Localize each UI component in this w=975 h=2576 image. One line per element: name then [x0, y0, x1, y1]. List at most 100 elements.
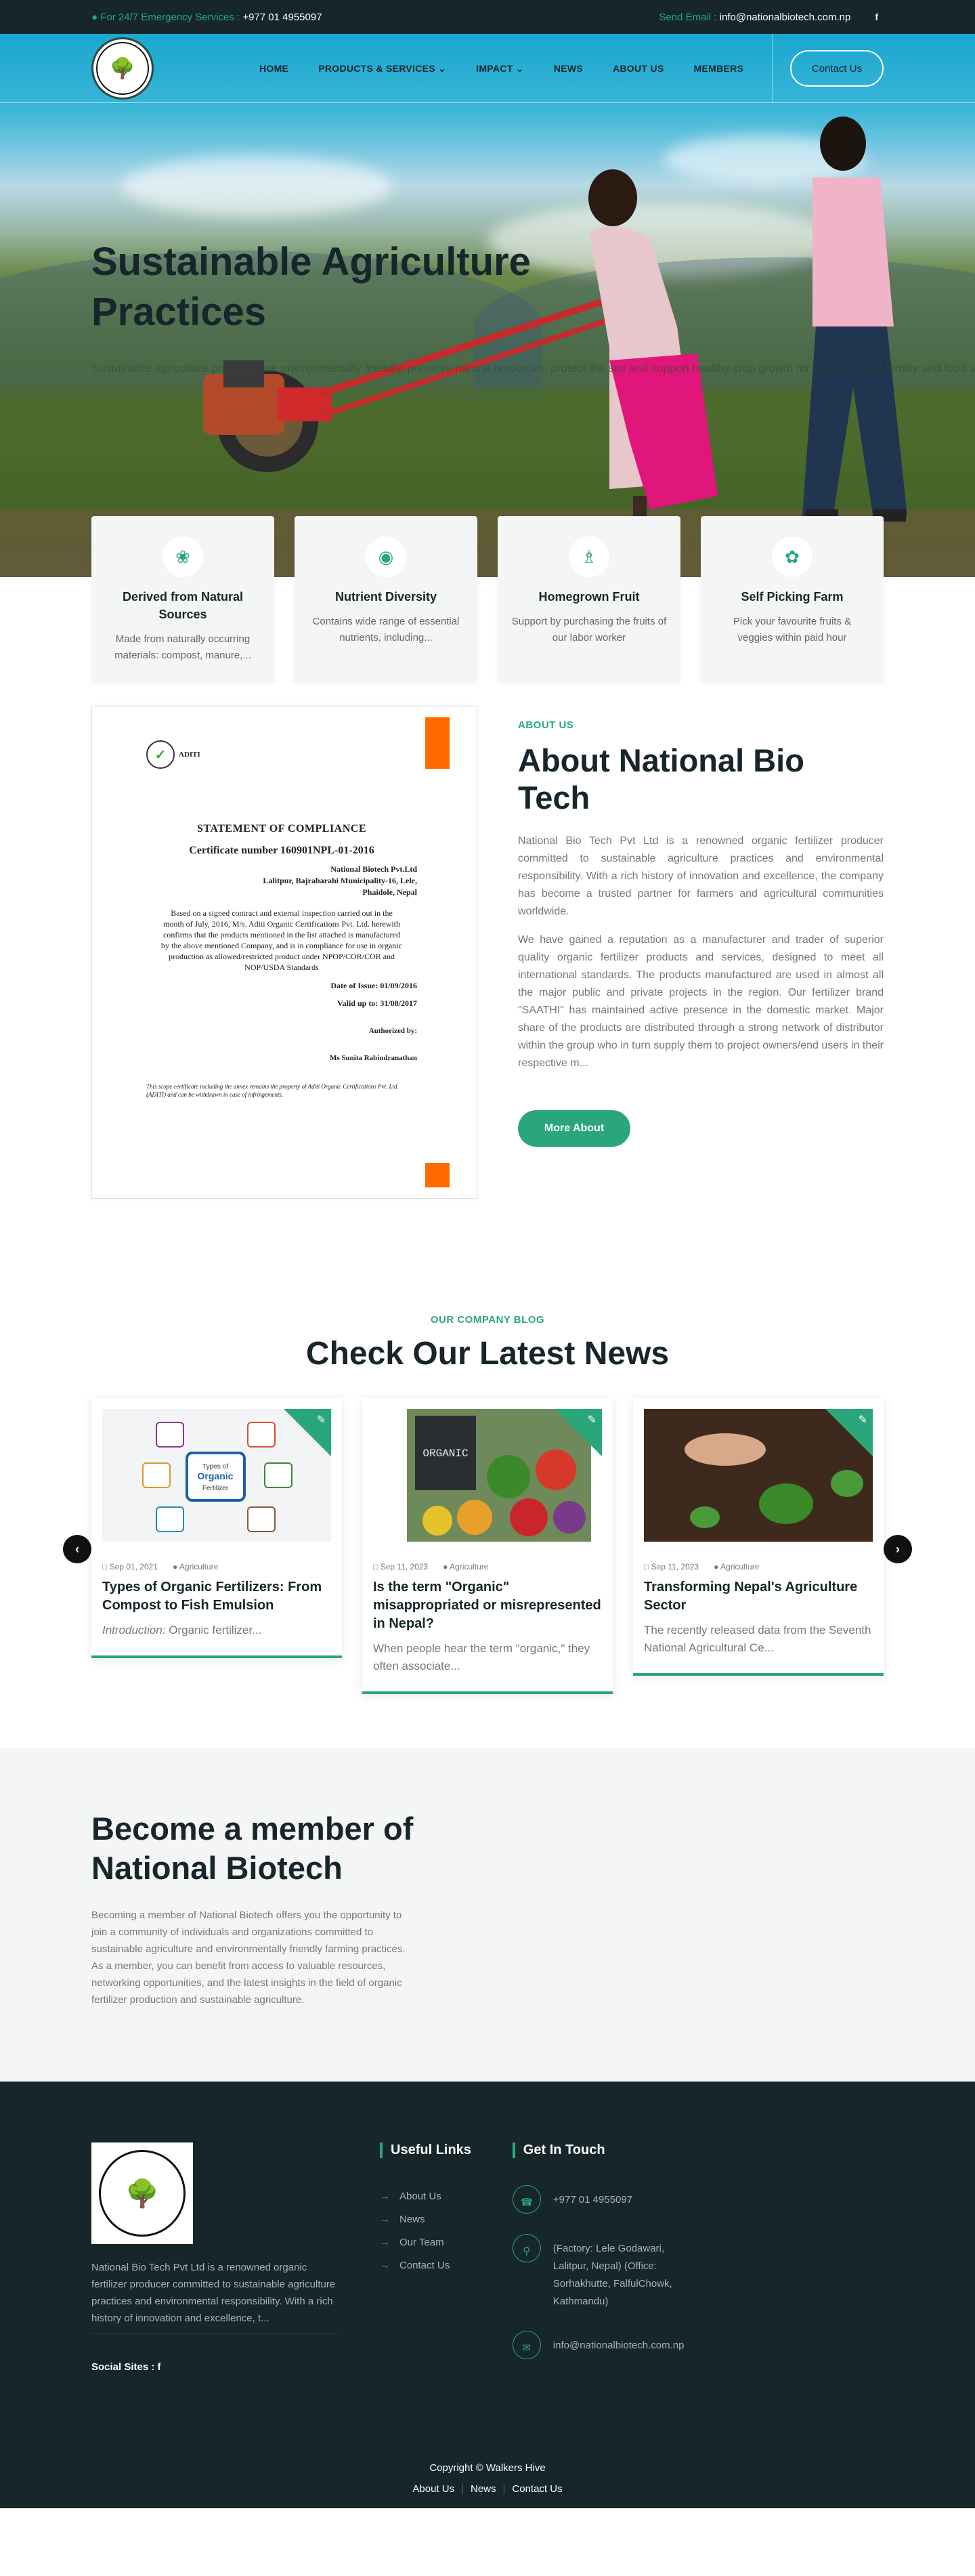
- footer-email-text: info@nationalbiotech.com.np: [552, 2340, 685, 2351]
- certificate-address-line: Phaidole, Nepal: [362, 887, 417, 897]
- user-icon: ●: [91, 11, 98, 23]
- nav-menu: HOME PRODUCTS & SERVICES ⌄ IMPACT ⌄ NEWS…: [259, 63, 758, 75]
- feature-card: ♗ Homegrown Fruit Support by purchasing …: [498, 516, 680, 683]
- blog-post-category-text: Agriculture: [720, 1562, 760, 1571]
- blog-post-thumbnail: ORGANIC ✎: [373, 1409, 602, 1542]
- hero-farmers-image: [0, 117, 975, 577]
- blog-post-excerpt: Introduction: Organic fertilizer...: [102, 1622, 331, 1639]
- emergency-label: For 24/7 Emergency Services :: [100, 11, 240, 23]
- hero-section: 🌳 HOME PRODUCTS & SERVICES ⌄ IMPACT ⌄ NE…: [0, 34, 975, 577]
- about-paragraph: National Bio Tech Pvt Ltd is a renowned …: [518, 835, 884, 917]
- bottom-link-news[interactable]: News: [471, 2483, 496, 2495]
- certificate-signer: Ms Sunita Rabindranathan: [330, 1054, 417, 1062]
- nav-item-home[interactable]: HOME: [259, 63, 303, 75]
- infographic-label: Organic: [198, 1471, 234, 1481]
- link-separator: |: [461, 2483, 464, 2495]
- carousel-prev-button[interactable]: ‹: [63, 1535, 91, 1563]
- arrow-right-icon: →: [380, 2214, 390, 2225]
- blog-post-category: ● Agriculture: [443, 1562, 488, 1571]
- hero-subtitle: Sustainable agriculture practices are en…: [91, 362, 975, 375]
- certificate-body: Based on a signed contract and external …: [161, 908, 402, 972]
- blog-post-excerpt-text: Organic fertilizer...: [165, 1624, 262, 1637]
- blog-post-date-text: Sep 11, 2023: [380, 1562, 429, 1571]
- map-pin-icon: ⚲: [512, 2234, 541, 2262]
- blog-post-category-text: Agriculture: [179, 1562, 219, 1571]
- email-link[interactable]: info@nationalbiotech.com.np: [720, 12, 851, 23]
- nutrient-icon: ◉: [366, 536, 406, 577]
- useful-links-title: Useful Links: [380, 2142, 513, 2158]
- footer-link-news[interactable]: → News: [380, 2208, 513, 2231]
- certificate-number: Certificate number 160901NPL-01-2016: [189, 845, 374, 856]
- site-logo[interactable]: 🌳: [91, 37, 154, 100]
- feature-title: Self Picking Farm: [741, 590, 844, 604]
- facebook-icon[interactable]: f: [158, 2361, 161, 2373]
- leaf-icon: ❀: [162, 536, 203, 577]
- footer-address-text: (Factory: Lele Godawari, Lalitpur, Nepal…: [552, 2243, 672, 2307]
- comments-icon: ●: [714, 1562, 719, 1571]
- chevron-down-icon: ⌄: [515, 62, 524, 74]
- calendar-icon: □: [644, 1562, 649, 1571]
- tree-logo-icon: 🌳: [99, 2150, 186, 2237]
- link-separator: |: [502, 2483, 506, 2495]
- nav-item-products[interactable]: PRODUCTS & SERVICES ⌄: [303, 63, 461, 75]
- blog-post-card[interactable]: ORGANIC ✎ □ Sep 11, 2023 ● Agriculture I…: [362, 1398, 613, 1694]
- email-label: Send Email :: [659, 11, 717, 23]
- footer-phone[interactable]: ☎ +977 01 4955097: [512, 2185, 884, 2214]
- blog-corner-badge: ✎: [825, 1409, 873, 1456]
- footer-link-label: Contact Us: [399, 2260, 450, 2271]
- certificate-address-line: National Biotech Pvt.Ltd: [330, 864, 417, 874]
- footer-phone-text: +977 01 4955097: [552, 2194, 632, 2205]
- blog-post-title[interactable]: Types of Organic Fertilizers: From Compo…: [102, 1578, 331, 1615]
- more-about-button[interactable]: More About: [518, 1110, 630, 1147]
- blog-post-card[interactable]: ✎ □ Sep 11, 2023 ● Agriculture Transform…: [633, 1398, 884, 1676]
- footer-link-team[interactable]: → Our Team: [380, 2231, 513, 2254]
- blog-post-date: □ Sep 01, 2021: [102, 1562, 158, 1571]
- footer-link-label: News: [399, 2214, 425, 2225]
- blog-post-date: □ Sep 11, 2023: [373, 1562, 428, 1571]
- certificate-org: ADITI: [179, 751, 200, 759]
- footer-social: Social Sites : f: [91, 2361, 339, 2373]
- nav-item-impact[interactable]: IMPACT ⌄: [461, 63, 539, 75]
- blog-post-thumbnail: ✎: [644, 1409, 873, 1542]
- nav-item-news[interactable]: NEWS: [539, 63, 598, 75]
- footer-link-about[interactable]: → About Us: [380, 2185, 513, 2208]
- pencil-icon: ✎: [858, 1414, 867, 1426]
- feature-text: Support by purchasing the fruits of our …: [511, 616, 667, 643]
- footer-email[interactable]: ✉ info@nationalbiotech.com.np: [512, 2331, 884, 2359]
- nav-item-about[interactable]: ABOUT US: [598, 63, 679, 75]
- bottom-link-about[interactable]: About Us: [412, 2483, 454, 2495]
- farmer-icon: ♗: [569, 536, 609, 577]
- feature-text: Pick your favourite fruits & veggies wit…: [733, 616, 852, 643]
- arrow-right-icon: →: [380, 2191, 390, 2202]
- blog-post-category: ● Agriculture: [714, 1562, 759, 1571]
- facebook-icon[interactable]: f: [869, 12, 884, 22]
- blog-post-thumbnail: Types of Organic Fertilizer ✎: [102, 1409, 331, 1542]
- pencil-icon: ✎: [316, 1414, 326, 1426]
- certificate-heading: STATEMENT OF COMPLIANCE: [196, 823, 367, 835]
- blog-kicker: OUR COMPANY BLOG: [430, 1314, 545, 1326]
- blog-corner-badge: ✎: [284, 1409, 331, 1456]
- about-section: ✓ ADITI STATEMENT OF COMPLIANCE Certifica…: [0, 685, 975, 1314]
- certificate-address-line: Lalitpur, Bajrabarahi Municipality-16, L…: [263, 876, 417, 885]
- carousel-next-button[interactable]: ›: [884, 1535, 912, 1563]
- contact-us-button[interactable]: Contact Us: [790, 50, 884, 87]
- blog-post-title[interactable]: Is the term "Organic" misappropriated or…: [373, 1578, 602, 1633]
- get-in-touch-title: Get In Touch: [512, 2142, 884, 2158]
- blog-post-card[interactable]: Types of Organic Fertilizer ✎ □ Sep 01, …: [91, 1398, 342, 1658]
- footer-logo[interactable]: 🌳: [91, 2142, 193, 2244]
- hero-title: Sustainable Agriculture Practices: [91, 240, 531, 334]
- blog-post-date-text: Sep 11, 2023: [651, 1562, 699, 1571]
- emergency-contact: ● For 24/7 Emergency Services : +977 01 …: [91, 12, 322, 23]
- bottom-link-contact[interactable]: Contact Us: [512, 2483, 562, 2495]
- compliance-certificate-image: ✓ ADITI STATEMENT OF COMPLIANCE Certifica…: [91, 706, 477, 1199]
- blog-post-title[interactable]: Transforming Nepal's Agriculture Sector: [644, 1578, 873, 1615]
- emergency-phone[interactable]: +977 01 4955097: [242, 12, 322, 23]
- feature-title: Homegrown Fruit: [538, 590, 640, 604]
- feature-card: ◉ Nutrient Diversity Contains wide range…: [295, 516, 477, 683]
- nav-item-members[interactable]: MEMBERS: [679, 63, 759, 75]
- pencil-icon: ✎: [587, 1414, 597, 1426]
- footer-link-contact[interactable]: → Contact Us: [380, 2254, 513, 2277]
- blog-post-excerpt: The recently released data from the Seve…: [644, 1624, 871, 1654]
- copyright: Copyright © Walkers Hive: [429, 2462, 546, 2474]
- blog-corner-badge: ✎: [555, 1409, 602, 1456]
